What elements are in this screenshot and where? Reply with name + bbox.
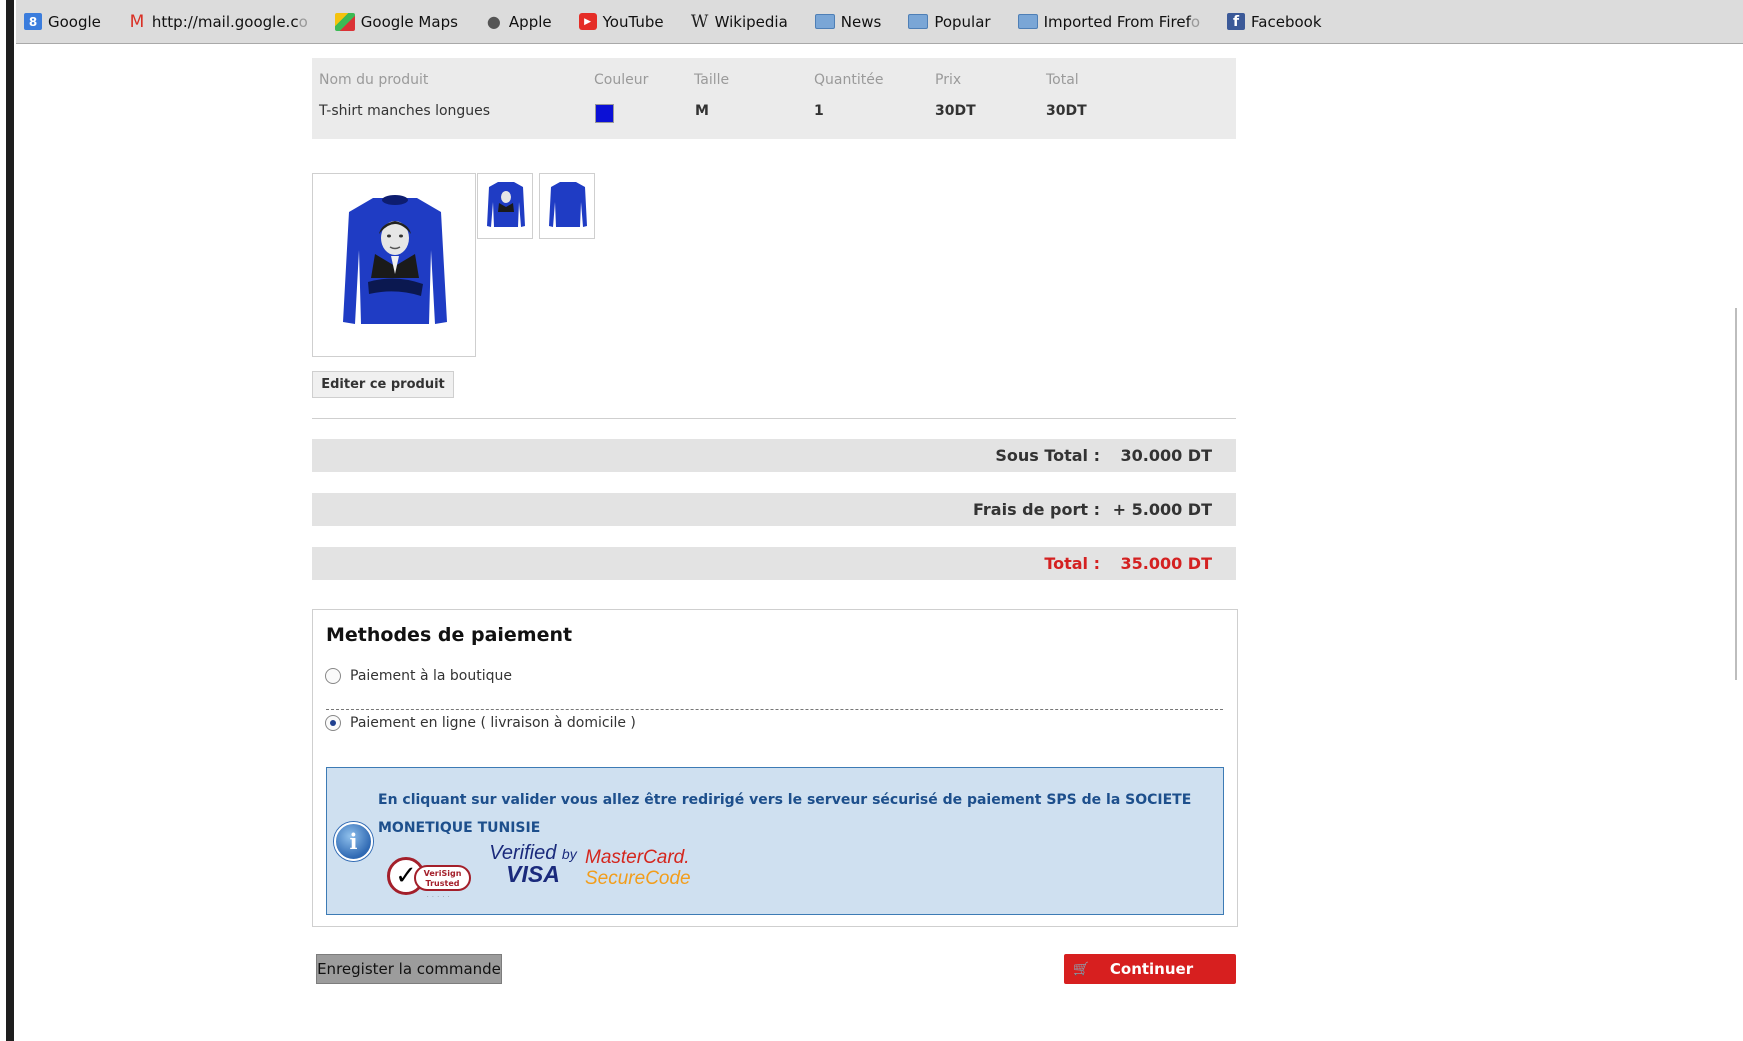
facebook-icon: f (1227, 13, 1246, 30)
radio-button[interactable] (325, 668, 341, 684)
continue-label: Continuer (1109, 960, 1194, 978)
save-order-button[interactable]: Enregister la commande (316, 954, 502, 984)
google-maps-icon (334, 12, 355, 31)
header-price: Prix (935, 72, 962, 88)
apple-icon: ● (486, 12, 501, 31)
youtube-icon: ▶ (578, 13, 597, 30)
total-row: Total : 35.000 DT (312, 547, 1236, 580)
secure-payment-notice: i En cliquant sur valider vous allez êtr… (326, 767, 1224, 915)
cell-total: 30DT (1046, 103, 1087, 119)
info-icon: i (334, 822, 373, 861)
verisign-line2: Trusted (425, 879, 460, 888)
verisign-line1: VeriSign (423, 869, 462, 878)
bookmark-label: Imported From Firef (1043, 12, 1191, 31)
header-color: Couleur (594, 72, 649, 88)
radio-button-selected[interactable] (325, 715, 341, 731)
bookmark-imported-from-firefox[interactable]: Imported From Firef o (1017, 12, 1201, 31)
window-left-border (6, 0, 14, 1041)
bookmark-label: http://mail.google.c (151, 12, 299, 31)
edit-product-button[interactable]: Editer ce produit (312, 371, 454, 398)
payment-option-label: Paiement à la boutique (350, 668, 512, 684)
header-quantity: Quantitée (814, 72, 884, 88)
product-thumbnail-back[interactable] (539, 173, 595, 239)
verisign-badge: VeriSign Trusted (414, 865, 471, 891)
header-total: Total (1046, 72, 1079, 88)
window-left-edge (0, 0, 16, 1041)
verisign-subtext: · · · · · (427, 894, 451, 900)
cart-table: Nom du produit Couleur Taille Quantitée … (312, 58, 1236, 139)
header-product-name: Nom du produit (319, 72, 429, 88)
payment-option-online[interactable]: Paiement en ligne ( livraison à domicile… (325, 715, 636, 731)
payment-methods-panel: Methodes de paiement Paiement à la bouti… (312, 609, 1238, 927)
folder-icon (1017, 14, 1038, 29)
cell-price: 30DT (935, 103, 976, 119)
shipping-value: + 5.000 DT (1112, 500, 1212, 519)
wikipedia-icon: W (690, 11, 709, 32)
bookmark-label: Facebook (1251, 12, 1322, 31)
cell-product-name: T-shirt manches longues (319, 103, 491, 119)
bookmark-facebook[interactable]: f Facebook (1227, 12, 1322, 31)
bookmark-label: Google (48, 12, 101, 31)
bookmark-google-maps[interactable]: Google Maps (334, 12, 458, 31)
bookmark-label: News (840, 12, 882, 31)
scrollbar[interactable] (1735, 308, 1737, 680)
cell-quantity: 1 (814, 103, 824, 119)
gmail-icon: M (129, 11, 145, 32)
payment-option-label: Paiement en ligne ( livraison à domicile… (350, 715, 636, 731)
secure-payment-text: En cliquant sur valider vous allez être … (378, 792, 1192, 836)
folder-icon (908, 14, 929, 29)
bookmark-apple[interactable]: ● Apple (485, 12, 552, 31)
payment-methods-title: Methodes de paiement (326, 624, 573, 646)
google-icon: 8 (24, 13, 42, 30)
shirt-back-thumbnail (549, 182, 587, 227)
total-label: Total : (1044, 554, 1100, 573)
bookmarks-bar: 8 Google Mhttp://mail.google.c o Google Ma… (16, 0, 1743, 44)
folder-icon (814, 14, 835, 29)
bookmark-gmail[interactable]: Mhttp://mail.google.c o (128, 11, 308, 32)
long-sleeve-shirt-image (343, 195, 447, 324)
verisign-trusted-logo: ✓ VeriSign Trusted · · · · · (385, 852, 473, 902)
bookmark-label-faded: o (298, 12, 308, 31)
bookmark-youtube[interactable]: ▶ YouTube (578, 12, 664, 31)
cell-size: M (695, 103, 709, 119)
continue-button[interactable]: 🛒 Continuer (1064, 954, 1236, 984)
verified-by-visa-logo: Verified by VISA (487, 842, 579, 888)
shipping-label: Frais de port : (973, 500, 1100, 519)
vbv-visa: VISA (506, 861, 560, 887)
divider (312, 418, 1236, 419)
vbv-by: by (561, 846, 577, 862)
color-swatch (595, 104, 614, 123)
subtotal-row: Sous Total : 30.000 DT (312, 439, 1236, 472)
bookmark-news[interactable]: News (814, 12, 882, 31)
mastercard-text: MasterCard. (585, 847, 690, 868)
bookmark-label: Wikipedia (714, 12, 788, 31)
bookmark-popular[interactable]: Popular (908, 12, 991, 31)
product-main-image[interactable] (312, 173, 476, 357)
bookmark-google[interactable]: 8 Google (24, 13, 101, 31)
shirt-front-thumbnail (487, 182, 525, 227)
cart-icon: 🛒 (1073, 961, 1090, 977)
bookmark-wikipedia[interactable]: W Wikipedia (690, 11, 788, 32)
mastercard-securecode-logo: MasterCard. SecureCode (585, 847, 691, 889)
product-thumbnail-front[interactable] (477, 173, 533, 239)
total-value: 35.000 DT (1120, 554, 1212, 573)
shipping-row: Frais de port : + 5.000 DT (312, 493, 1236, 526)
header-size: Taille (694, 72, 730, 88)
bookmark-label: Google Maps (360, 12, 458, 31)
securecode-text: SecureCode (585, 868, 691, 889)
payment-option-shop[interactable]: Paiement à la boutique (325, 668, 512, 684)
subtotal-value: 30.000 DT (1120, 446, 1212, 465)
subtotal-label: Sous Total : (995, 446, 1100, 465)
bookmark-label: Popular (934, 12, 991, 31)
bookmark-label: YouTube (602, 12, 664, 31)
bookmark-label-faded: o (1190, 12, 1201, 31)
dashed-divider (326, 709, 1223, 710)
bookmark-label: Apple (508, 12, 552, 31)
